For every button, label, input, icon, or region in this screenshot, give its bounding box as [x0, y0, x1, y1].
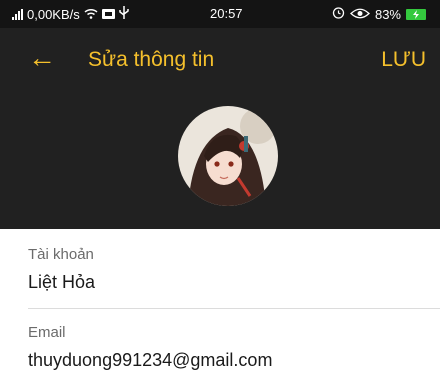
eye-icon [350, 7, 370, 22]
battery-level: 83% [374, 6, 401, 22]
alarm-icon [332, 6, 345, 22]
arrow-left-icon: ← [28, 42, 56, 73]
divider [28, 308, 440, 309]
network-speed: 0,00KB/s [27, 6, 80, 22]
usb-icon [119, 6, 129, 22]
page-title: Sửa thông tin [88, 48, 215, 71]
avatar[interactable] [178, 106, 278, 206]
email-field[interactable]: thuyduong991234@gmail.com [28, 350, 272, 371]
account-field[interactable]: Liệt Hỏa [28, 272, 95, 293]
battery-charging-icon [406, 8, 426, 20]
email-label: Email [28, 324, 66, 341]
back-button[interactable]: ← [28, 42, 56, 74]
wifi-icon [84, 7, 98, 22]
status-bar: 0,00KB/s 20:57 83% [0, 0, 440, 28]
message-icon [101, 7, 115, 22]
signal-icon [12, 8, 23, 20]
clock: 20:57 [210, 6, 243, 21]
account-label: Tài khoản [28, 246, 94, 263]
profile-header: ← Sửa thông tin LƯU [0, 28, 440, 229]
save-button[interactable]: LƯU [381, 48, 426, 72]
